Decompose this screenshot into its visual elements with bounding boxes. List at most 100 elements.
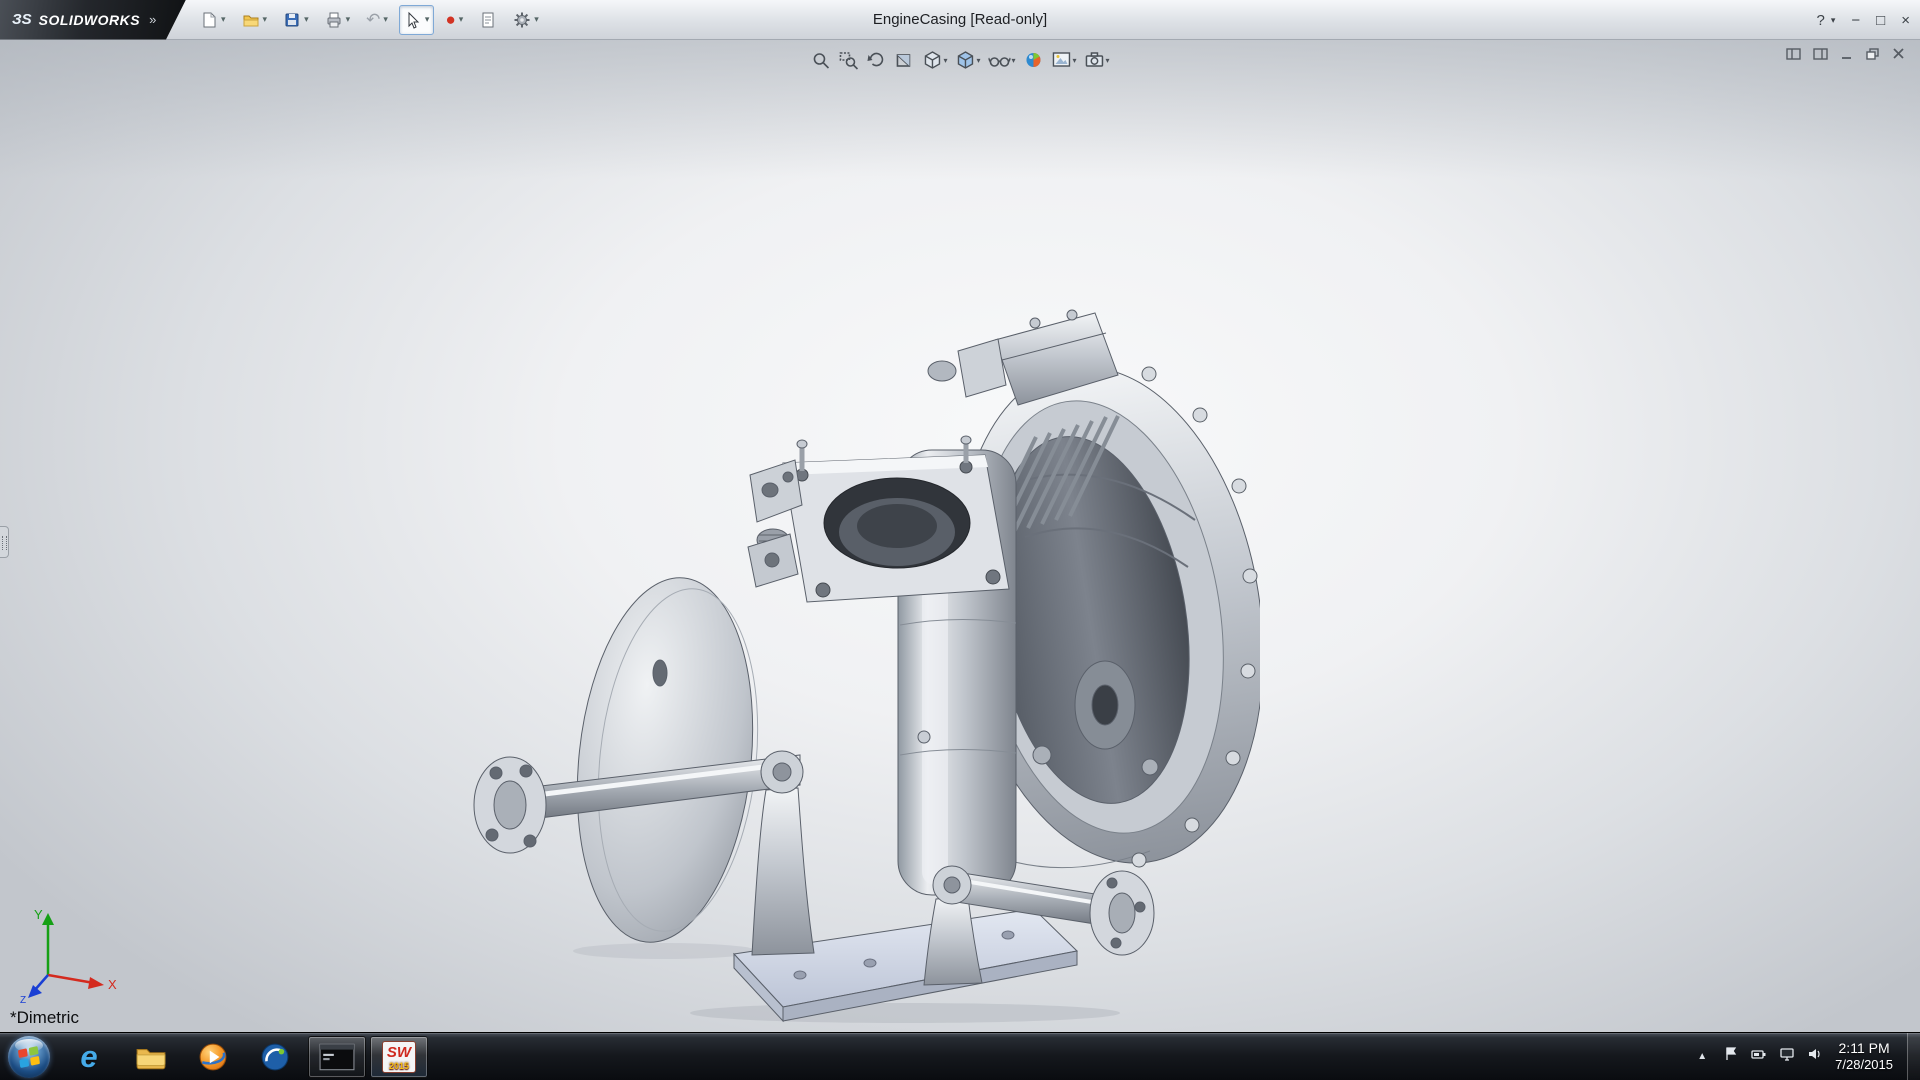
document-restore-icon: [1866, 47, 1880, 61]
previous-view-icon: [866, 50, 886, 70]
dropdown-caret-icon[interactable]: ▾: [1011, 56, 1015, 65]
action-center-button[interactable]: [1723, 1046, 1739, 1067]
internet-explorer-icon: e: [80, 1042, 97, 1072]
solidworks-window: ЗS SOLIDWORKS » ▾ ▾ ▾ ▾ ↶ ▾: [0, 0, 1920, 1080]
open-button[interactable]: ▾: [237, 5, 273, 35]
appearance-sphere-icon: [1024, 50, 1044, 70]
previous-view-button[interactable]: [864, 48, 888, 72]
options-button[interactable]: ▾: [508, 5, 544, 35]
undo-icon: ↶: [366, 11, 380, 29]
document-close-button[interactable]: [1892, 47, 1906, 61]
dropdown-caret-icon[interactable]: ▾: [346, 14, 351, 25]
solidworks-version-badge: 2015: [383, 1061, 415, 1071]
view-settings-button[interactable]: ▾: [1083, 48, 1112, 72]
pane-left-toggle-button[interactable]: [1786, 47, 1801, 61]
restore-button[interactable]: □: [1876, 12, 1885, 29]
menu-expand-chevron-icon[interactable]: »: [149, 12, 156, 27]
zoom-to-area-icon: [838, 50, 858, 70]
document-close-icon: [1892, 47, 1906, 61]
file-properties-button[interactable]: [474, 5, 502, 35]
open-folder-icon: [242, 11, 260, 29]
intake-flange[interactable]: [783, 436, 1009, 602]
hide-show-items-button[interactable]: ▾: [986, 48, 1017, 72]
x-axis-arrow[interactable]: [48, 975, 94, 983]
document-minimize-icon: [1840, 47, 1854, 61]
flywheel-cover[interactable]: [560, 569, 773, 951]
dropdown-caret-icon[interactable]: ▾: [304, 14, 309, 25]
taskbar-item-windows-explorer[interactable]: [122, 1036, 180, 1078]
dropdown-caret-icon[interactable]: ▾: [534, 14, 539, 25]
dropdown-caret-icon[interactable]: ▾: [263, 14, 268, 25]
taskbar-item-solidworks-launcher[interactable]: [246, 1036, 304, 1078]
display-style-icon: [955, 50, 975, 70]
power-button[interactable]: [1751, 1046, 1767, 1067]
zoom-to-fit-button[interactable]: [808, 48, 832, 72]
zoom-to-fit-icon: [810, 50, 830, 70]
help-button[interactable]: ?: [1817, 12, 1825, 29]
print-button[interactable]: ▾: [320, 5, 356, 35]
model-container[interactable]: [450, 285, 1260, 1025]
pedestal-stand-front[interactable]: [752, 788, 814, 955]
pedestal-stand-rear[interactable]: [924, 897, 982, 985]
dropdown-caret-icon[interactable]: ▾: [943, 56, 947, 65]
volume-button[interactable]: [1807, 1046, 1823, 1067]
power-battery-icon: [1751, 1046, 1767, 1062]
show-desktop-button[interactable]: [1907, 1033, 1920, 1080]
taskbar-clock[interactable]: 2:11 PM 7/28/2015: [1835, 1040, 1893, 1074]
action-center-flag-icon: [1723, 1046, 1739, 1062]
quick-toolbar: ▾ ▾ ▾ ▾ ↶ ▾ ▾ ●: [192, 5, 547, 35]
dropdown-caret-icon[interactable]: ▾: [976, 56, 980, 65]
document-window-controls: [1786, 47, 1906, 61]
save-button[interactable]: ▾: [278, 5, 314, 35]
dropdown-caret-icon[interactable]: ▾: [1073, 56, 1077, 65]
graphics-area[interactable]: Y X Z *Dimetric: [0, 40, 1920, 1032]
cursor-arrow-icon: [404, 11, 422, 29]
glasses-icon: [988, 50, 1010, 70]
dassault-3ds-logo-icon: ЗS: [12, 11, 32, 28]
minimize-button[interactable]: −: [1851, 12, 1860, 29]
engine-casing-model[interactable]: [450, 285, 1260, 1025]
rebuild-button[interactable]: ● ▾: [440, 5, 468, 35]
save-floppy-icon: [283, 11, 301, 29]
taskbar-item-command-window[interactable]: [308, 1036, 366, 1078]
help-dropdown-caret-icon[interactable]: ▾: [1831, 15, 1836, 26]
brand-name: SOLIDWORKS: [39, 12, 140, 28]
dropdown-caret-icon[interactable]: ▾: [425, 14, 430, 25]
zoom-to-area-button[interactable]: [836, 48, 860, 72]
select-tool-button[interactable]: ▾: [399, 5, 435, 35]
section-view-button[interactable]: [892, 48, 916, 72]
view-orientation-button[interactable]: ▾: [920, 48, 949, 72]
pane-splitter-handle[interactable]: [0, 526, 9, 558]
apply-scene-button[interactable]: ▾: [1050, 48, 1079, 72]
solidworks-brand[interactable]: ЗS SOLIDWORKS »: [0, 0, 186, 40]
solidworks-logo-text: SW: [387, 1044, 411, 1061]
reference-triad[interactable]: Y X Z: [20, 905, 120, 1005]
undo-button[interactable]: ↶ ▾: [361, 5, 393, 35]
show-hidden-icons-button[interactable]: ▲: [1693, 1047, 1711, 1066]
display-style-button[interactable]: ▾: [953, 48, 982, 72]
document-minimize-button[interactable]: [1840, 47, 1854, 61]
pane-right-toggle-button[interactable]: [1813, 47, 1828, 61]
document-restore-button[interactable]: [1866, 47, 1880, 61]
windows-flag-icon: [18, 1046, 40, 1069]
heads-up-view-toolbar: ▾ ▾ ▾ ▾ ▾: [800, 46, 1119, 74]
close-button[interactable]: ×: [1901, 12, 1910, 29]
taskbar-item-solidworks-2015[interactable]: SW 2015: [370, 1036, 428, 1078]
dropdown-caret-icon[interactable]: ▾: [1106, 56, 1110, 65]
window-controls: ? ▾ − □ ×: [1817, 0, 1910, 40]
start-button[interactable]: [8, 1036, 50, 1078]
clock-date: 7/28/2015: [1835, 1057, 1893, 1073]
printer-icon: [325, 11, 343, 29]
display-button[interactable]: [1779, 1046, 1795, 1067]
view-orientation-label: *Dimetric: [10, 1008, 79, 1028]
dropdown-caret-icon[interactable]: ▾: [221, 14, 226, 25]
taskbar-item-media-player[interactable]: [184, 1036, 242, 1078]
dropdown-caret-icon[interactable]: ▾: [459, 14, 464, 25]
taskbar-item-internet-explorer[interactable]: e: [60, 1036, 118, 1078]
edit-appearance-button[interactable]: [1022, 48, 1046, 72]
z-axis-label: Z: [20, 995, 26, 1005]
pane-right-icon: [1813, 47, 1828, 61]
dropdown-caret-icon[interactable]: ▾: [383, 14, 388, 25]
new-document-button[interactable]: ▾: [195, 5, 231, 35]
scene-icon: [1052, 50, 1072, 70]
